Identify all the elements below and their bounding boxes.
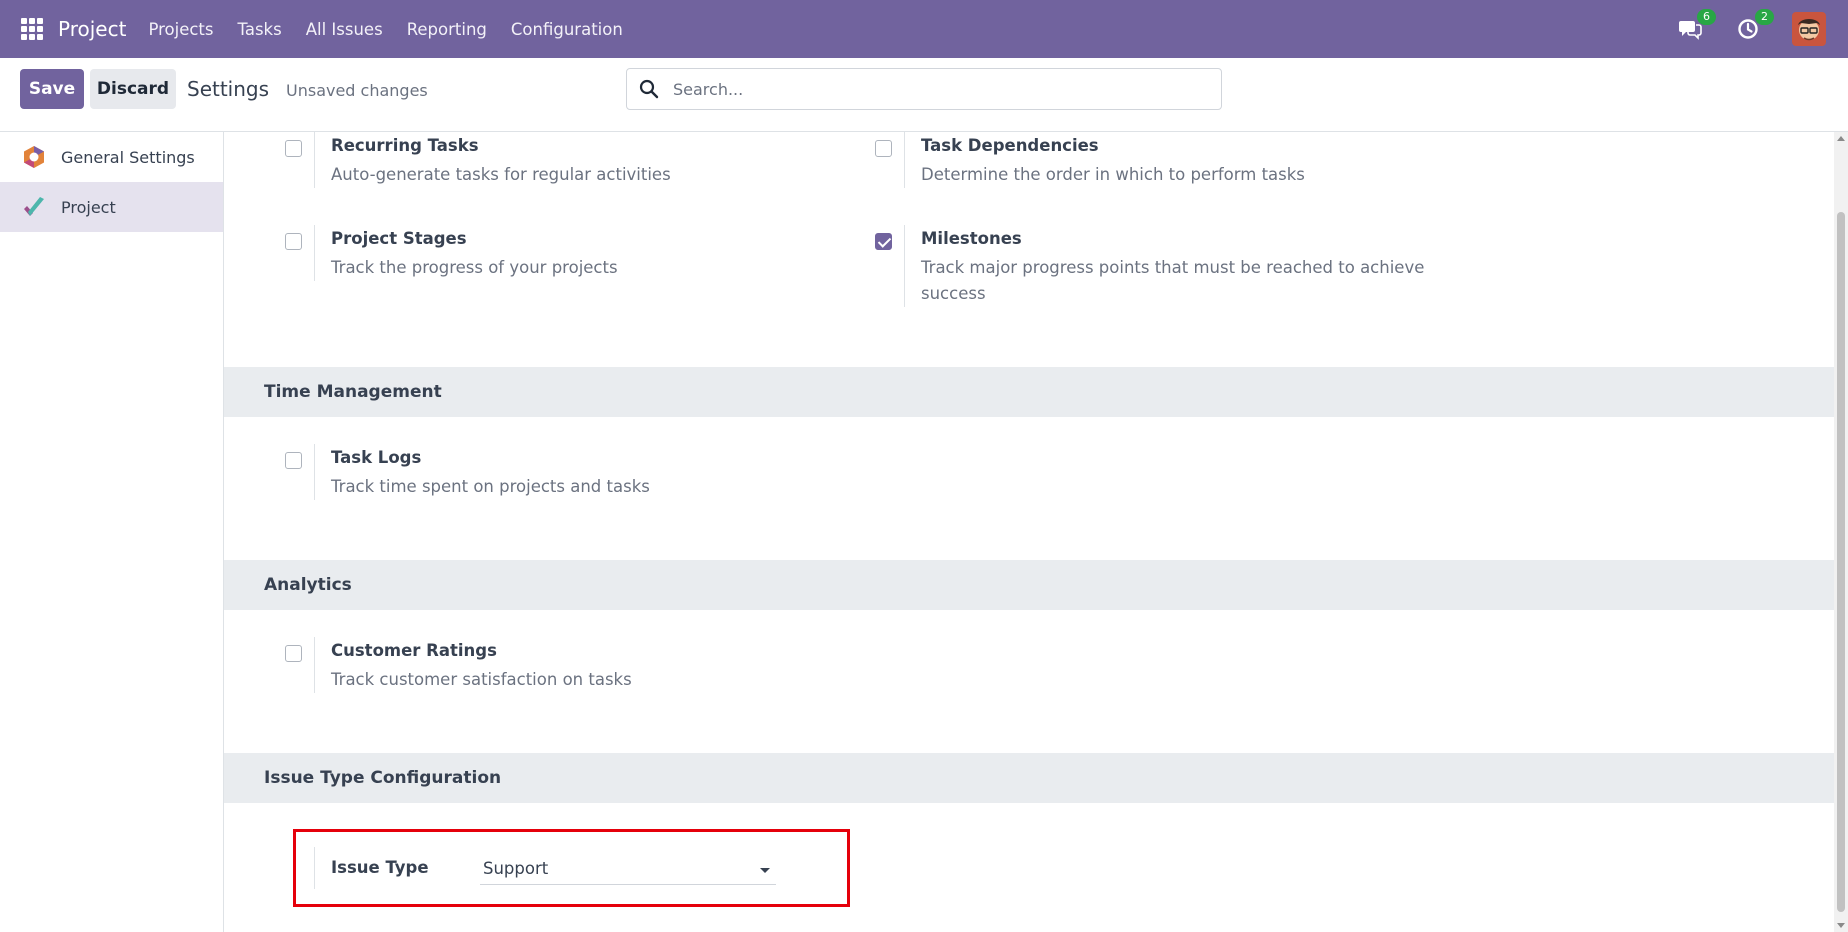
customer-ratings-description: Track customer satisfaction on tasks	[331, 670, 632, 689]
messages-button[interactable]: 6	[1676, 9, 1716, 43]
control-panel: Save Discard Settings Unsaved changes	[0, 58, 1848, 132]
divider	[314, 225, 315, 281]
time-management-section-header: Time Management	[224, 367, 1834, 417]
project-stages-title: Project Stages	[331, 229, 467, 248]
recurring-tasks-title: Recurring Tasks	[331, 136, 479, 155]
app-brand[interactable]: Project	[58, 17, 126, 41]
sidebar-item-general-settings[interactable]: General Settings	[0, 132, 223, 182]
scroll-up-icon[interactable]	[1837, 136, 1845, 141]
save-button[interactable]: Save	[20, 69, 84, 109]
issue-type-label: Issue Type	[331, 858, 429, 877]
divider	[314, 637, 315, 693]
odoo-hexagon-icon	[24, 146, 44, 168]
recurring-tasks-description: Auto-generate tasks for regular activiti…	[331, 165, 671, 184]
divider	[314, 444, 315, 500]
task-logs-checkbox[interactable]	[285, 452, 302, 469]
activities-button[interactable]: 2	[1734, 9, 1774, 43]
activities-count-badge: 2	[1755, 9, 1774, 25]
analytics-section-header: Analytics	[224, 560, 1834, 610]
sidebar-item-project[interactable]: Project	[0, 182, 223, 232]
customer-ratings-title: Customer Ratings	[331, 641, 497, 660]
menu-configuration[interactable]: Configuration	[511, 20, 623, 39]
scroll-thumb[interactable]	[1837, 212, 1845, 912]
issue-type-select[interactable]: Support	[480, 855, 776, 885]
sidebar-item-label: Project	[61, 197, 116, 217]
task-dependencies-checkbox[interactable]	[875, 140, 892, 157]
apps-menu-icon[interactable]	[21, 18, 43, 40]
scroll-down-icon[interactable]	[1837, 923, 1845, 928]
search-input[interactable]	[673, 79, 1173, 99]
project-stages-checkbox[interactable]	[285, 233, 302, 250]
project-checkmark-icon	[24, 197, 44, 216]
user-avatar[interactable]	[1792, 12, 1826, 46]
caret-down-icon	[760, 868, 770, 873]
issue-type-config-section-header: Issue Type Configuration	[224, 753, 1834, 803]
recurring-tasks-checkbox[interactable]	[285, 140, 302, 157]
search-bar[interactable]	[626, 68, 1222, 110]
discard-button[interactable]: Discard	[90, 69, 176, 109]
divider	[904, 132, 905, 188]
customer-ratings-checkbox[interactable]	[285, 645, 302, 662]
sidebar-item-label: General Settings	[61, 147, 195, 167]
breadcrumb: Settings	[187, 77, 270, 101]
menu-tasks[interactable]: Tasks	[238, 20, 282, 39]
vertical-scrollbar[interactable]	[1834, 132, 1848, 932]
milestones-title: Milestones	[921, 229, 1022, 248]
task-logs-description: Track time spent on projects and tasks	[331, 477, 650, 496]
messages-count-badge: 6	[1697, 9, 1716, 25]
task-dependencies-title: Task Dependencies	[921, 136, 1099, 155]
issue-type-value: Support	[483, 859, 549, 878]
task-dependencies-description: Determine the order in which to perform …	[921, 165, 1305, 184]
top-navbar: Project Projects Tasks All Issues Report…	[0, 0, 1848, 58]
menu-projects[interactable]: Projects	[148, 20, 213, 39]
project-stages-description: Track the progress of your projects	[331, 258, 618, 277]
search-icon	[639, 79, 659, 99]
divider	[314, 847, 315, 889]
milestones-checkbox[interactable]	[875, 233, 892, 250]
settings-sidebar: General Settings Project	[0, 132, 224, 932]
task-logs-title: Task Logs	[331, 448, 422, 467]
unsaved-changes-indicator: Unsaved changes	[286, 81, 428, 100]
menu-reporting[interactable]: Reporting	[407, 20, 487, 39]
divider	[904, 225, 905, 307]
menu-all-issues[interactable]: All Issues	[306, 20, 383, 39]
divider	[314, 132, 315, 188]
settings-main: Recurring Tasks Auto-generate tasks for …	[224, 132, 1834, 932]
milestones-description: Track major progress points that must be…	[921, 258, 1425, 303]
